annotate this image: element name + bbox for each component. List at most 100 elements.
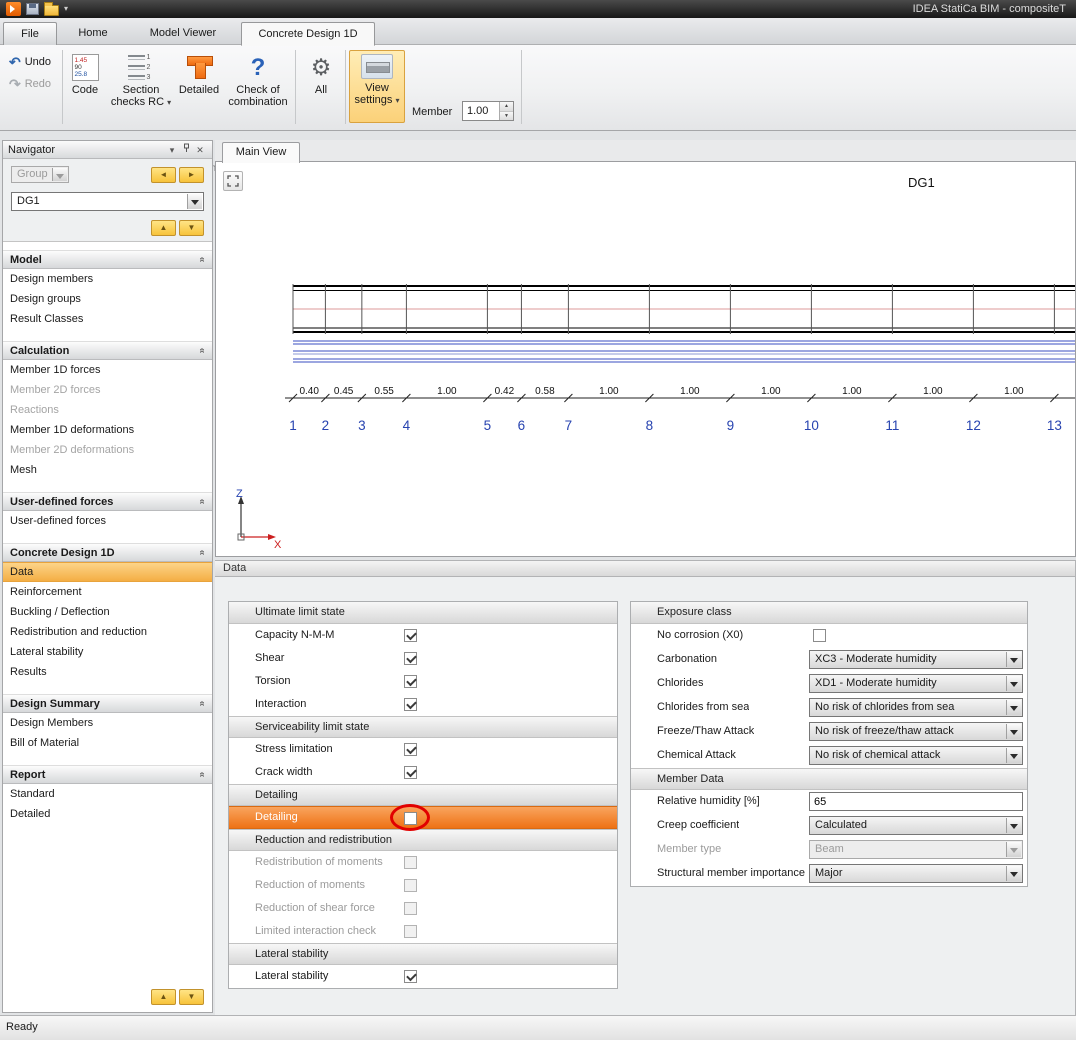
app-logo-icon[interactable]: [6, 2, 21, 16]
creep-coefficient-select[interactable]: Calculated: [809, 816, 1023, 835]
crack-width-checkbox[interactable]: [404, 766, 417, 779]
nav-section-model[interactable]: Model «: [3, 250, 212, 269]
code-button[interactable]: 1.45 90 25.8 Code: [64, 50, 106, 123]
nav-item-mesh[interactable]: Mesh: [3, 460, 212, 480]
spinner-down-icon[interactable]: ▼: [500, 112, 513, 121]
move-down-button[interactable]: ▼: [179, 220, 204, 236]
chlorides-from-sea-select[interactable]: No risk of chlorides from sea: [809, 698, 1023, 717]
axis-z-label: Z: [236, 488, 243, 500]
gear-icon: ⚙: [311, 54, 332, 81]
nav-section-report[interactable]: Report «: [3, 765, 212, 784]
tab-model-viewer[interactable]: Model Viewer: [127, 22, 239, 46]
navigator-down-button[interactable]: ▼: [179, 989, 204, 1005]
chlorides-select[interactable]: XD1 - Moderate humidity: [809, 674, 1023, 693]
carbonation-select[interactable]: XC3 - Moderate humidity: [809, 650, 1023, 669]
navigator-up-button[interactable]: ▲: [151, 989, 176, 1005]
detailed-button[interactable]: Detailed: [176, 50, 222, 123]
svg-text:1.00: 1.00: [761, 386, 781, 397]
member-scale-value: 1.00: [463, 102, 499, 120]
nav-item-buckling-deflection[interactable]: Buckling / Deflection: [3, 602, 212, 622]
main-view-canvas[interactable]: 0.400.450.551.000.420.581.001.001.001.00…: [215, 162, 1076, 557]
member-scale-spinner[interactable]: 1.00 ▲ ▼: [462, 101, 514, 121]
row-label: Redistribution of moments: [255, 856, 383, 868]
lateral-stability-checkbox[interactable]: [404, 970, 417, 983]
label-line: Check of: [236, 84, 279, 96]
nav-section-user-defined-forces[interactable]: User-defined forces «: [3, 492, 212, 511]
nav-item-user-defined-forces[interactable]: User-defined forces: [3, 511, 212, 531]
save-icon[interactable]: [26, 3, 39, 15]
section-title: Design Summary: [10, 698, 100, 710]
design-group-combo[interactable]: DG1: [11, 192, 204, 211]
nav-item-result-classes[interactable]: Result Classes: [3, 309, 212, 329]
header-reduction-and-redistribution: Reduction and redistribution: [229, 829, 617, 851]
svg-text:1.00: 1.00: [599, 386, 619, 397]
nav-section-concrete-design-1d[interactable]: Concrete Design 1D «: [3, 543, 212, 562]
nav-item-reinforcement[interactable]: Reinforcement: [3, 582, 212, 602]
tab-file[interactable]: File: [3, 22, 57, 46]
redo-button: ↷ Redo: [6, 76, 54, 92]
svg-text:1.00: 1.00: [842, 386, 862, 397]
shear-checkbox[interactable]: [404, 652, 417, 665]
quick-access-dropdown-icon[interactable]: ▾: [64, 0, 68, 18]
pin-icon[interactable]: [179, 142, 193, 158]
svg-text:7: 7: [565, 418, 573, 433]
nav-item-data[interactable]: Data: [3, 562, 212, 582]
view-settings-button[interactable]: View settings ▾: [349, 50, 405, 123]
move-up-button[interactable]: ▲: [151, 220, 176, 236]
fit-to-view-button[interactable]: [223, 171, 243, 191]
nav-item-design-groups[interactable]: Design groups: [3, 289, 212, 309]
capacity-nmm-checkbox[interactable]: [404, 629, 417, 642]
structural-member-importance-select[interactable]: Major: [809, 864, 1023, 883]
nav-item-results[interactable]: Results: [3, 662, 212, 682]
spinner-up-icon[interactable]: ▲: [500, 102, 513, 112]
check-of-combination-button[interactable]: ? Check of combination: [224, 50, 292, 123]
panel-menu-icon[interactable]: ▾: [165, 142, 179, 158]
section-title: Concrete Design 1D: [10, 547, 115, 559]
nav-section-design-summary[interactable]: Design Summary «: [3, 694, 212, 713]
undo-button[interactable]: ↶ Undo: [6, 54, 54, 70]
interaction-checkbox[interactable]: [404, 698, 417, 711]
nav-item-report-standard[interactable]: Standard: [3, 784, 212, 804]
tab-home[interactable]: Home: [61, 22, 125, 46]
section-checks-icon: 1 2 3: [128, 54, 155, 81]
nav-item-bill-of-material[interactable]: Bill of Material: [3, 733, 212, 753]
nav-item-member-1d-deformations[interactable]: Member 1D deformations: [3, 420, 212, 440]
stress-limitation-checkbox[interactable]: [404, 743, 417, 756]
spinner-buttons[interactable]: ▲ ▼: [499, 102, 513, 120]
next-item-button[interactable]: ►: [179, 167, 204, 183]
svg-text:1.00: 1.00: [680, 386, 700, 397]
calculate-all-button[interactable]: ⚙ All: [299, 50, 343, 123]
open-folder-icon[interactable]: [44, 5, 59, 16]
nav-item-redistribution-and-reduction[interactable]: Redistribution and reduction: [3, 622, 212, 642]
detailing-checkbox[interactable]: [404, 812, 417, 825]
nav-item-member-1d-forces[interactable]: Member 1D forces: [3, 360, 212, 380]
row-label: Creep coefficient: [657, 814, 739, 837]
row-redistribution-of-moments: Redistribution of moments: [229, 851, 617, 874]
row-chlorides: Chlorides XD1 - Moderate humidity: [631, 672, 1027, 696]
nav-item-report-detailed[interactable]: Detailed: [3, 804, 212, 824]
selected-value: No risk of chemical attack: [815, 749, 940, 761]
chemical-attack-select[interactable]: No risk of chemical attack: [809, 746, 1023, 765]
nav-section-calculation[interactable]: Calculation «: [3, 341, 212, 360]
row-label: Stress limitation: [255, 743, 333, 755]
combo-arrow-icon: [52, 168, 67, 181]
tab-main-view[interactable]: Main View: [222, 142, 300, 163]
nav-item-design-members[interactable]: Design members: [3, 269, 212, 289]
nav-item-lateral-stability[interactable]: Lateral stability: [3, 642, 212, 662]
row-label: Torsion: [255, 675, 290, 687]
torsion-checkbox[interactable]: [404, 675, 417, 688]
freeze-thaw-attack-select[interactable]: No risk of freeze/thaw attack: [809, 722, 1023, 741]
statusbar: Ready: [0, 1015, 1076, 1040]
svg-text:9: 9: [727, 418, 735, 433]
row-detailing[interactable]: Detailing: [229, 806, 617, 829]
member-type-select: Beam: [809, 840, 1023, 859]
previous-item-button[interactable]: ◄: [151, 167, 176, 183]
combo-arrow-icon: [187, 194, 202, 209]
no-corrosion-checkbox[interactable]: [813, 629, 826, 642]
nav-item-design-members-summary[interactable]: Design Members: [3, 713, 212, 733]
relative-humidity-input[interactable]: [809, 792, 1023, 811]
section-checks-rc-button[interactable]: 1 2 3 Section checks RC ▾: [108, 50, 174, 123]
svg-text:0.45: 0.45: [334, 386, 354, 397]
close-icon[interactable]: ✕: [193, 142, 207, 158]
tab-concrete-design-1d[interactable]: Concrete Design 1D: [241, 22, 375, 46]
